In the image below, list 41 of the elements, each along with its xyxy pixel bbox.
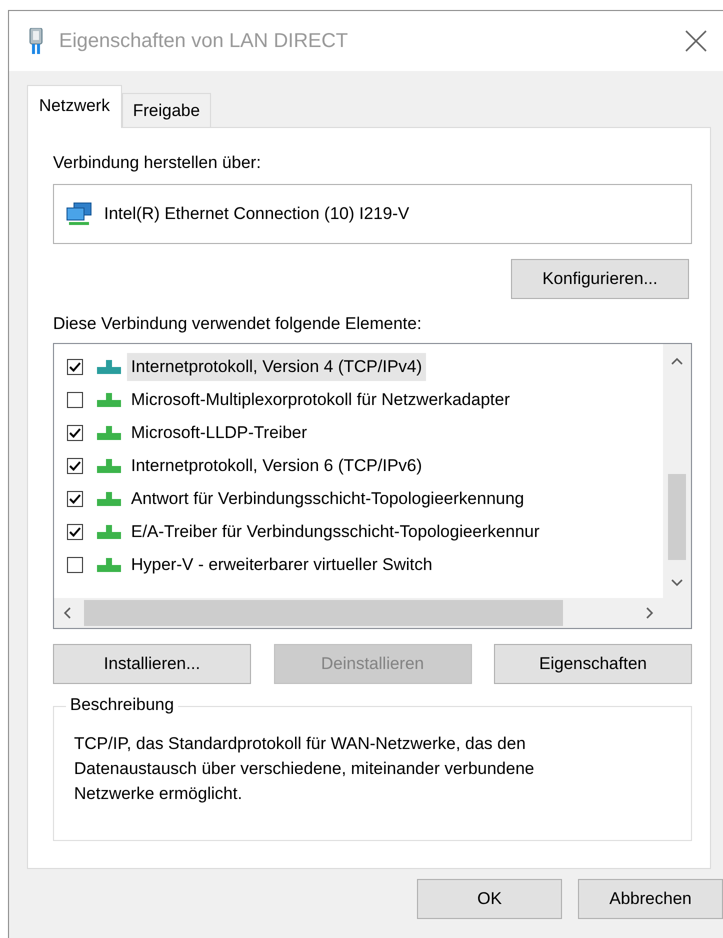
network-protocol-icon [97, 524, 121, 538]
action-button[interactable]: Installieren... [53, 644, 251, 684]
checkbox[interactable] [67, 392, 83, 408]
checkbox[interactable] [67, 524, 83, 540]
dialog-button[interactable]: Abbrechen [578, 879, 723, 919]
list-item[interactable]: Microsoft-Multiplexorprotokoll für Netzwerkadapter [127, 386, 514, 414]
list-item[interactable]: Internetprotokoll, Version 6 (TCP/IPv6) [127, 452, 426, 480]
network-protocol-icon [97, 558, 121, 572]
network-protocol-icon [97, 392, 121, 406]
close-icon[interactable] [685, 30, 707, 52]
description-text: TCP/IP, das Standardprotokoll für WAN-Netzwerke, das den Datenaustausch über verschiedene, miteinander verbundene Netzwerke ermöglicht. [74, 733, 536, 805]
checkbox[interactable] [67, 490, 83, 506]
scrollbar-thumb[interactable] [668, 474, 686, 560]
network-protocol-icon [97, 360, 121, 374]
configure-button[interactable]: Konfigurieren... [511, 259, 689, 299]
list-item[interactable]: E/A-Treiber für Verbindungsschicht-Topologieerkennur [127, 518, 544, 546]
tab[interactable]: Netzwerk [27, 85, 122, 128]
network-protocol-icon [97, 458, 121, 472]
horizontal-scrollbar[interactable] [54, 598, 663, 628]
network-protocol-icon [97, 426, 121, 440]
action-button[interactable]: Eigenschaften [494, 644, 692, 684]
network-monitor-icon [66, 202, 92, 226]
adapter-field: Intel(R) Ethernet Connection (10) I219-V [53, 184, 692, 244]
list-item[interactable]: Internetprotokoll, Version 4 (TCP/IPv4) [127, 352, 426, 380]
network-protocol-icon [97, 492, 121, 506]
dialog-button[interactable]: OK [417, 879, 562, 919]
checkbox[interactable] [67, 358, 83, 374]
checkbox[interactable] [67, 424, 83, 440]
tab[interactable]: Freigabe [122, 93, 211, 127]
group-legend: Beschreibung [66, 695, 178, 715]
network-cable-icon [29, 28, 43, 54]
window-title: Eigenschaften von LAN DIRECT [59, 30, 350, 52]
section-label: Diese Verbindung verwendet folgende Elemente: [53, 313, 423, 335]
list-item[interactable]: Hyper-V - erweiterbarer virtueller Switch [127, 550, 436, 578]
scrollbar-thumb[interactable] [84, 600, 563, 626]
list-item[interactable]: Antwort für Verbindungsschicht-Topologieerkennung [127, 484, 528, 512]
vertical-scrollbar[interactable] [663, 344, 691, 598]
checkbox[interactable] [67, 458, 83, 474]
checkbox[interactable] [67, 556, 83, 572]
section-label: Verbindung herstellen über: [53, 152, 262, 174]
list-item[interactable]: Microsoft-LLDP-Treiber [127, 418, 312, 446]
